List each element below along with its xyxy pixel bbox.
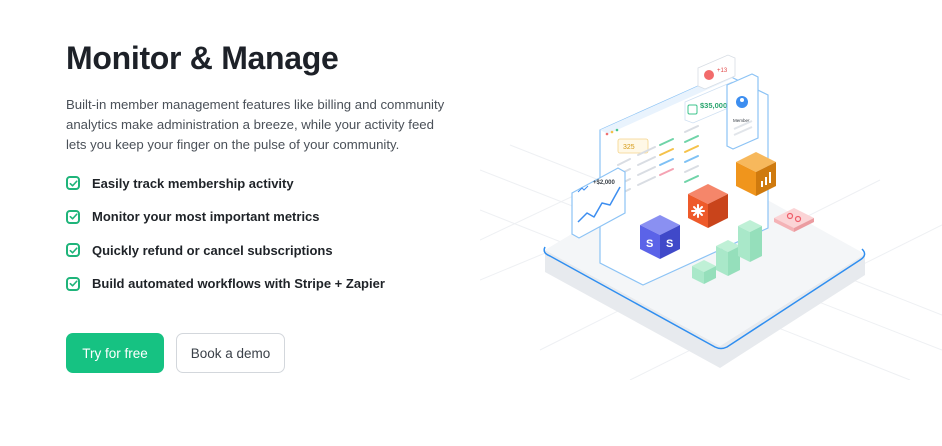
member-card: Member xyxy=(726,73,759,150)
feature-item: Monitor your most important metrics xyxy=(66,207,446,227)
revenue-badge: $35,000 xyxy=(700,101,727,110)
feature-label: Build automated workflows with Stripe + … xyxy=(92,276,385,291)
hero-section: Monitor & Manage Built-in member managem… xyxy=(66,38,446,307)
stripe-letter: S xyxy=(666,238,673,250)
dollar-icon xyxy=(687,104,698,115)
feature-list: Easily track membership activity Monitor… xyxy=(66,173,446,294)
check-square-icon xyxy=(66,276,80,291)
hero-description: Built-in member management features like… xyxy=(66,97,445,152)
feature-label: Easily track membership activity xyxy=(92,175,294,191)
feature-item: Build automated workflows with Stripe + … xyxy=(66,274,446,294)
check-square-icon xyxy=(66,243,80,257)
check-square-icon xyxy=(66,209,80,224)
dashboard-illustration: 325 +13 $35,000 Member +$2,000 S S xyxy=(480,54,942,380)
page-title: Monitor & Manage xyxy=(66,40,339,76)
notification-badge: +13 xyxy=(717,68,728,74)
chart-badge: +$2,000 xyxy=(593,180,616,186)
small-value-label: 325 xyxy=(623,144,635,151)
feature-item: Quickly refund or cancel subscriptions xyxy=(66,240,446,260)
bell-icon xyxy=(704,70,714,80)
check-square-icon xyxy=(66,176,80,190)
feature-label: Quickly refund or cancel subscriptions xyxy=(92,242,333,258)
try-for-free-button[interactable]: Try for free xyxy=(66,333,164,373)
stripe-letter: S xyxy=(646,238,653,250)
feature-item: Easily track membership activity xyxy=(66,173,446,193)
book-a-demo-button[interactable]: Book a demo xyxy=(176,333,285,373)
feature-label: Monitor your most important metrics xyxy=(92,209,320,224)
cta-group: Try for free Book a demo xyxy=(66,333,285,373)
asterisk-icon xyxy=(691,204,705,218)
